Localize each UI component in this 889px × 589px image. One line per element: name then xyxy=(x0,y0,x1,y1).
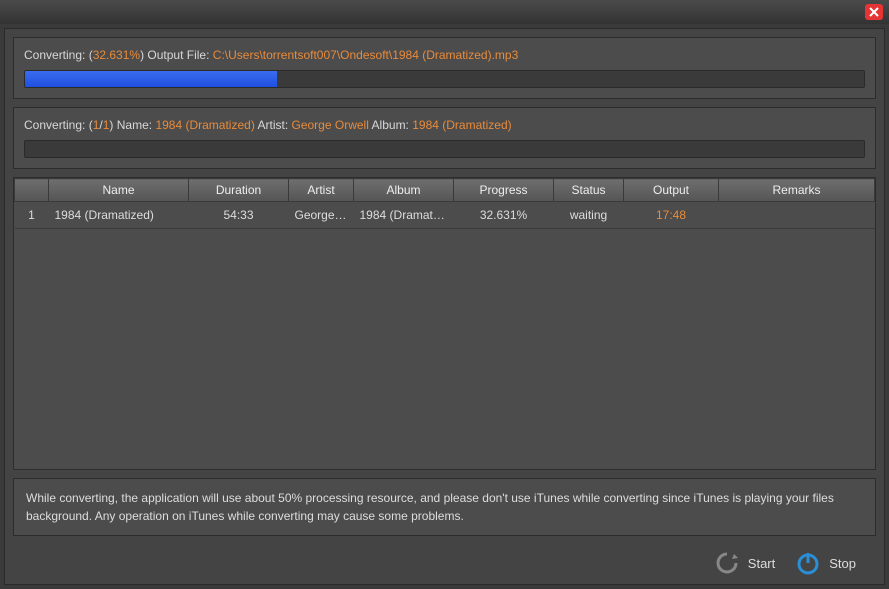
overall-progress-bar xyxy=(24,70,865,88)
footer: Start Stop xyxy=(13,544,876,578)
item-label-name: ) Name: xyxy=(109,118,155,132)
close-button[interactable] xyxy=(865,4,883,20)
titlebar xyxy=(0,0,889,24)
stop-button[interactable]: Stop xyxy=(795,550,856,576)
cell-status: waiting xyxy=(554,202,624,229)
item-label-artist: Artist: xyxy=(255,118,292,132)
label-output-file: ) Output File: xyxy=(140,48,213,62)
col-header-status[interactable]: Status xyxy=(554,179,624,202)
content-area: Converting: (32.631%) Output File: C:\Us… xyxy=(4,28,885,585)
item-info-line: Converting: (1/1) Name: 1984 (Dramatized… xyxy=(24,118,865,132)
close-icon xyxy=(869,7,879,17)
item-album: 1984 (Dramatized) xyxy=(412,118,511,132)
cell-album: 1984 (Dramatize... xyxy=(354,202,454,229)
note-text: While converting, the application will u… xyxy=(26,491,834,523)
item-label-converting: Converting: ( xyxy=(24,118,93,132)
cell-duration: 54:33 xyxy=(189,202,289,229)
start-button[interactable]: Start xyxy=(714,550,775,576)
table-header-row: Name Duration Artist Album Progress Stat… xyxy=(15,179,875,202)
overall-progress-fill xyxy=(25,71,277,87)
col-header-index[interactable] xyxy=(15,179,49,202)
col-header-progress[interactable]: Progress xyxy=(454,179,554,202)
queue-table-wrap: Name Duration Artist Album Progress Stat… xyxy=(13,177,876,470)
power-icon xyxy=(795,550,821,576)
col-header-duration[interactable]: Duration xyxy=(189,179,289,202)
app-window: Converting: (32.631%) Output File: C:\Us… xyxy=(0,0,889,589)
cell-output: 17:48 xyxy=(624,202,719,229)
label-converting: Converting: ( xyxy=(24,48,93,62)
cell-progress: 32.631% xyxy=(454,202,554,229)
item-label-album: Album: xyxy=(369,118,412,132)
note-panel: While converting, the application will u… xyxy=(13,478,876,536)
item-progress-bar xyxy=(24,140,865,158)
table-row[interactable]: 1 1984 (Dramatized) 54:33 George O... 19… xyxy=(15,202,875,229)
overall-info-line: Converting: (32.631%) Output File: C:\Us… xyxy=(24,48,865,62)
overall-progress-panel: Converting: (32.631%) Output File: C:\Us… xyxy=(13,37,876,99)
col-header-output[interactable]: Output xyxy=(624,179,719,202)
col-header-name[interactable]: Name xyxy=(49,179,189,202)
queue-table: Name Duration Artist Album Progress Stat… xyxy=(14,178,875,229)
item-artist: George Orwell xyxy=(292,118,369,132)
cell-artist: George O... xyxy=(289,202,354,229)
col-header-remarks[interactable]: Remarks xyxy=(719,179,875,202)
refresh-icon xyxy=(714,550,740,576)
output-file-path: C:\Users\torrentsoft007\Ondesoft\1984 (D… xyxy=(213,48,518,62)
col-header-album[interactable]: Album xyxy=(354,179,454,202)
cell-remarks xyxy=(719,202,875,229)
col-header-artist[interactable]: Artist xyxy=(289,179,354,202)
cell-name: 1984 (Dramatized) xyxy=(49,202,189,229)
start-label: Start xyxy=(748,556,775,571)
item-progress-panel: Converting: (1/1) Name: 1984 (Dramatized… xyxy=(13,107,876,169)
item-name: 1984 (Dramatized) xyxy=(155,118,254,132)
overall-percent: 32.631% xyxy=(93,48,140,62)
cell-index: 1 xyxy=(15,202,49,229)
stop-label: Stop xyxy=(829,556,856,571)
